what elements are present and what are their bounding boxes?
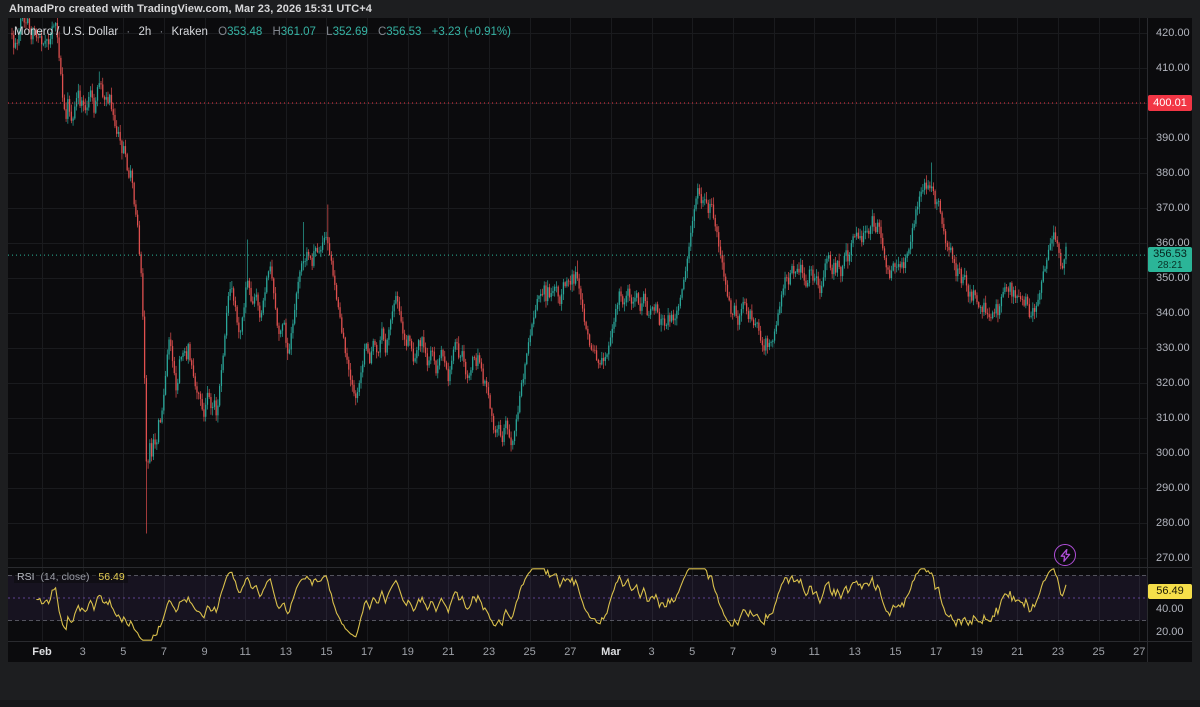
- time-tick-label: 5: [689, 646, 695, 658]
- time-tick-label: 15: [320, 646, 332, 658]
- price-tick-label: 310.00: [1156, 412, 1190, 424]
- close-value: 356.53: [386, 26, 421, 38]
- symbol-legend[interactable]: Monero / U.S. Dollar · 2h · Kraken O353.…: [14, 26, 511, 38]
- price-tick-label: 300.00: [1156, 447, 1190, 459]
- last-price-label: 356.53 28:21: [1148, 247, 1192, 272]
- legend-separator2: ·: [159, 26, 163, 38]
- time-tick-label: 27: [564, 646, 576, 658]
- exchange-value: Kraken: [171, 26, 207, 38]
- time-tick-label: 7: [730, 646, 736, 658]
- time-tick-label: 19: [402, 646, 414, 658]
- legend-separator: ·: [126, 26, 130, 38]
- watermark-bar: AhmadPro created with TradingView.com, M…: [0, 0, 1200, 18]
- price-tick-label: 390.00: [1156, 132, 1190, 144]
- price-tick-label: 410.00: [1156, 62, 1190, 74]
- rsi-params: (14, close): [40, 571, 89, 583]
- chart-widget: Monero / U.S. Dollar · 2h · Kraken O353.…: [8, 18, 1192, 662]
- time-tick-label: 21: [1011, 646, 1023, 658]
- bar-countdown: 28:21: [1148, 260, 1192, 271]
- price-tick-label: 320.00: [1156, 377, 1190, 389]
- low-value: 352.69: [333, 26, 368, 38]
- high-label: H: [272, 26, 280, 38]
- high-value: 361.07: [281, 26, 316, 38]
- time-tick-label: 27: [1133, 646, 1145, 658]
- bottom-strip: [0, 700, 1200, 707]
- chart-canvas[interactable]: [8, 18, 1192, 662]
- price-tick-label: 290.00: [1156, 482, 1190, 494]
- watermark-text: AhmadPro created with TradingView.com, M…: [9, 3, 372, 15]
- price-tick-label: 350.00: [1156, 272, 1190, 284]
- time-tick-label: 25: [524, 646, 536, 658]
- time-tick-label: 17: [361, 646, 373, 658]
- price-tick-label: 380.00: [1156, 167, 1190, 179]
- time-tick-label: 11: [239, 646, 250, 658]
- time-tick-label: 13: [849, 646, 861, 658]
- price-tick-label: 280.00: [1156, 517, 1190, 529]
- lightning-icon: [1060, 549, 1071, 562]
- time-tick-label: Mar: [601, 646, 621, 658]
- alert-price-label: 400.01: [1148, 95, 1192, 111]
- time-tick-label: 9: [770, 646, 776, 658]
- change-value: +3.23 (+0.91%): [432, 26, 511, 38]
- rsi-name: RSI: [17, 571, 35, 583]
- time-tick-label: 3: [649, 646, 655, 658]
- time-tick-label: Feb: [32, 646, 52, 658]
- time-tick-label: 5: [120, 646, 126, 658]
- rsi-current-value: 56.49: [98, 571, 124, 583]
- price-scale[interactable]: 400.01 356.53 28:21 56.49 420.00 410.00 39…: [1148, 18, 1192, 641]
- open-value: 353.48: [227, 26, 262, 38]
- time-tick-label: 7: [161, 646, 167, 658]
- rsi-tick-label: 40.00: [1156, 603, 1184, 615]
- time-tick-label: 17: [930, 646, 942, 658]
- time-tick-label: 11: [808, 646, 819, 658]
- time-scale[interactable]: Feb 3 5 7 9 11 13 15 17 19 21 23 25 27 Mar 3 5 7 9 11 13 15 17…: [8, 641, 1147, 662]
- rsi-axis-value-label: 56.49: [1148, 584, 1192, 599]
- last-price-value: 356.53: [1148, 248, 1192, 260]
- tradingview-window: AhmadPro created with TradingView.com, M…: [0, 0, 1200, 707]
- price-tick-label: 270.00: [1156, 552, 1190, 564]
- rsi-indicator-legend[interactable]: RSI (14, close) 56.49: [14, 571, 128, 583]
- time-tick-label: 25: [1093, 646, 1105, 658]
- time-tick-label: 23: [483, 646, 495, 658]
- symbol-title: Monero / U.S. Dollar: [14, 26, 118, 38]
- time-tick-label: 13: [280, 646, 292, 658]
- price-tick-label: 420.00: [1156, 27, 1190, 39]
- time-tick-label: 21: [442, 646, 454, 658]
- open-label: O: [218, 26, 227, 38]
- interval-value: 2h: [138, 26, 151, 38]
- time-tick-label: 19: [971, 646, 983, 658]
- price-tick-label: 330.00: [1156, 342, 1190, 354]
- rsi-tick-label: 20.00: [1156, 626, 1184, 638]
- time-tick-label: 9: [201, 646, 207, 658]
- price-tick-label: 370.00: [1156, 202, 1190, 214]
- quick-alert-button[interactable]: [1054, 544, 1076, 566]
- price-tick-label: 340.00: [1156, 307, 1190, 319]
- time-tick-label: 15: [889, 646, 901, 658]
- time-tick-label: 23: [1052, 646, 1064, 658]
- time-tick-label: 3: [80, 646, 86, 658]
